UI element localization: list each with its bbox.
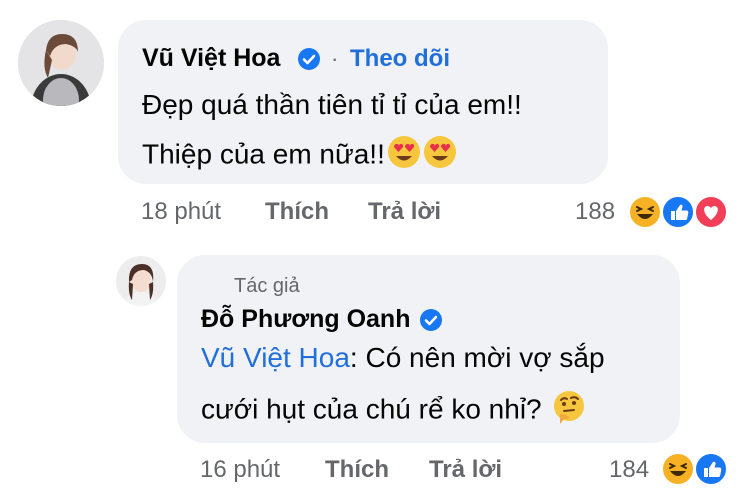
reply-button[interactable]: Trả lời — [368, 198, 441, 226]
like-button[interactable]: Thích — [265, 198, 329, 226]
heart-eyes-emoji-icon — [423, 135, 457, 177]
reply-text-line1: Vũ Việt Hoa: Có nên mời vợ sắp — [201, 341, 605, 375]
separator-dot: · — [331, 46, 339, 71]
reply-timestamp[interactable]: 16 phút — [200, 456, 280, 484]
comment-timestamp[interactable]: 18 phút — [141, 198, 221, 226]
mention-link[interactable]: Vũ Việt Hoa — [201, 342, 350, 373]
reply-reply-button[interactable]: Trả lời — [429, 456, 502, 484]
commenter-avatar[interactable] — [18, 20, 104, 106]
reply-text-line1-content: : Có nên mời vợ sắp — [349, 342, 605, 373]
comment-text-line1: Đẹp quá thần tiên tỉ tỉ của em!! — [142, 89, 522, 120]
verified-icon — [420, 309, 442, 331]
thinking-emoji-icon — [552, 390, 586, 432]
author-badge: Tác giả — [234, 275, 300, 297]
follow-button[interactable]: Theo dõi — [350, 45, 450, 73]
like-reaction-icon[interactable] — [661, 195, 695, 229]
reply-like-button[interactable]: Thích — [325, 456, 389, 484]
love-reaction-icon[interactable] — [694, 195, 728, 229]
comment-text-line2: Thiệp của em nữa!! — [142, 135, 457, 177]
commenter-name[interactable]: Vũ Việt Hoa — [142, 44, 280, 73]
comment-text-line2-content: Thiệp của em nữa!! — [142, 138, 385, 170]
verified-icon — [298, 48, 320, 70]
reply-text-line2: cưới hụt của chú rể ko nhỉ? — [201, 390, 586, 432]
reaction-count[interactable]: 188 — [575, 198, 615, 226]
reply-author-avatar[interactable] — [116, 256, 166, 306]
reply-reaction-count[interactable]: 184 — [609, 456, 649, 484]
haha-reaction-icon[interactable] — [628, 195, 662, 229]
heart-eyes-emoji-icon — [387, 135, 421, 177]
reply-text-line2-content: cưới hụt của chú rể ko nhỉ? — [201, 393, 542, 425]
like-reaction-icon[interactable] — [694, 452, 728, 486]
haha-reaction-icon[interactable] — [661, 452, 695, 486]
reply-author-name[interactable]: Đỗ Phương Oanh — [201, 305, 410, 334]
